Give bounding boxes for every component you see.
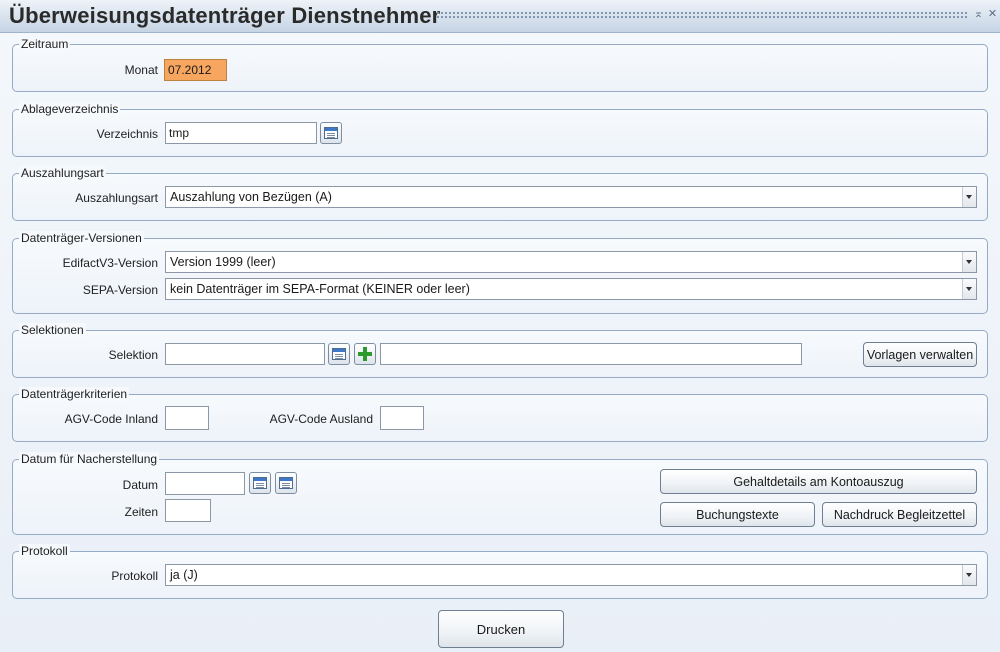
- datum-label: Datum: [122, 478, 158, 492]
- zeitraum-group: Zeitraum Monat 07.2012: [12, 37, 988, 92]
- protokoll-value: ja (J): [170, 568, 198, 582]
- sepa-version-value: kein Datenträger im SEPA-Format (KEINER …: [170, 282, 470, 296]
- verzeichnis-label: Verzeichnis: [96, 127, 158, 141]
- selektion-input[interactable]: [165, 343, 325, 365]
- selektionen-legend: Selektionen: [19, 323, 86, 337]
- title-bar: Überweisungsdatenträger Dienstnehmer ⌅ ✕: [0, 0, 1000, 33]
- minimize-icon[interactable]: ⌅: [973, 9, 984, 20]
- title-bar-grip[interactable]: [436, 11, 968, 19]
- auszahlungsart-legend: Auszahlungsart: [19, 166, 106, 180]
- selektion-description-field: [380, 343, 802, 365]
- protokoll-legend: Protokoll: [19, 544, 70, 558]
- chevron-down-icon[interactable]: [962, 565, 976, 585]
- sepa-version-select[interactable]: kein Datenträger im SEPA-Format (KEINER …: [165, 278, 977, 300]
- selektion-browse-button[interactable]: [328, 343, 350, 365]
- auszahlungsart-group: Auszahlungsart Auszahlungsart Auszahlung…: [12, 166, 988, 221]
- auszahlungsart-value: Auszahlung von Bezügen (A): [170, 190, 332, 204]
- protokoll-group: Protokoll Protokoll ja (J): [12, 544, 988, 599]
- verzeichnis-browse-button[interactable]: [320, 122, 342, 144]
- agv-ausland-input[interactable]: [380, 406, 424, 430]
- kriterien-legend: Datenträgerkriterien: [19, 387, 130, 401]
- edifact-version-select[interactable]: Version 1999 (leer): [165, 251, 977, 273]
- list-browse-icon: [332, 348, 346, 360]
- sepa-label: SEPA-Version: [82, 283, 158, 297]
- versionen-group: Datenträger-Versionen EdifactV3-Version …: [12, 231, 988, 314]
- folder-browse-icon: [324, 127, 338, 139]
- close-icon[interactable]: ✕: [987, 9, 998, 20]
- agv-ausland-label: AGV-Code Ausland: [269, 412, 373, 426]
- protokoll-select[interactable]: ja (J): [165, 564, 977, 586]
- edifact-label: EdifactV3-Version: [62, 256, 158, 270]
- datum-list-button[interactable]: [275, 472, 297, 494]
- verzeichnis-input[interactable]: tmp: [165, 122, 317, 144]
- window-title: Überweisungsdatenträger Dienstnehmer: [9, 3, 441, 28]
- calendar-icon: [253, 477, 267, 489]
- ablage-legend: Ablageverzeichnis: [19, 102, 121, 116]
- monat-input[interactable]: 07.2012: [164, 59, 227, 81]
- selektion-label: Selektion: [108, 348, 158, 362]
- selektion-add-button[interactable]: [354, 343, 376, 365]
- buchungstexte-button[interactable]: Buchungstexte: [660, 502, 815, 527]
- zeiten-input[interactable]: [165, 499, 211, 522]
- zeitraum-legend: Zeitraum: [19, 37, 71, 51]
- edifact-version-value: Version 1999 (leer): [170, 255, 276, 269]
- auszahlungsart-label: Auszahlungsart: [75, 191, 158, 205]
- protokoll-label: Protokoll: [111, 569, 158, 583]
- chevron-down-icon[interactable]: [962, 279, 976, 299]
- agv-inland-input[interactable]: [165, 406, 209, 430]
- auszahlungsart-select[interactable]: Auszahlung von Bezügen (A): [165, 186, 977, 208]
- chevron-down-icon[interactable]: [962, 187, 976, 207]
- datum-input[interactable]: [165, 472, 245, 495]
- kriterien-group: Datenträgerkriterien AGV-Code Inland AGV…: [12, 387, 988, 442]
- plus-icon: [357, 346, 373, 362]
- datum-calendar-button[interactable]: [249, 472, 271, 494]
- versionen-legend: Datenträger-Versionen: [19, 231, 144, 245]
- calendar-list-icon: [279, 477, 293, 489]
- gehaltdetails-button[interactable]: Gehaltdetails am Kontoauszug: [660, 469, 977, 494]
- drucken-button[interactable]: Drucken: [438, 610, 564, 648]
- nacherstellung-legend: Datum für Nacherstellung: [19, 452, 160, 466]
- monat-label: Monat: [124, 63, 158, 77]
- nacherstellung-group: Datum für Nacherstellung Datum Zeiten Ge…: [12, 452, 988, 535]
- ablage-group: Ablageverzeichnis Verzeichnis tmp: [12, 102, 988, 157]
- agv-inland-label: AGV-Code Inland: [64, 412, 158, 426]
- selektionen-group: Selektionen Selektion Vorlagen verwalten: [12, 323, 988, 378]
- chevron-down-icon[interactable]: [962, 252, 976, 272]
- zeiten-label: Zeiten: [124, 505, 158, 519]
- vorlagen-verwalten-button[interactable]: Vorlagen verwalten: [863, 342, 977, 367]
- nachdruck-begleitzettel-button[interactable]: Nachdruck Begleitzettel: [822, 502, 977, 527]
